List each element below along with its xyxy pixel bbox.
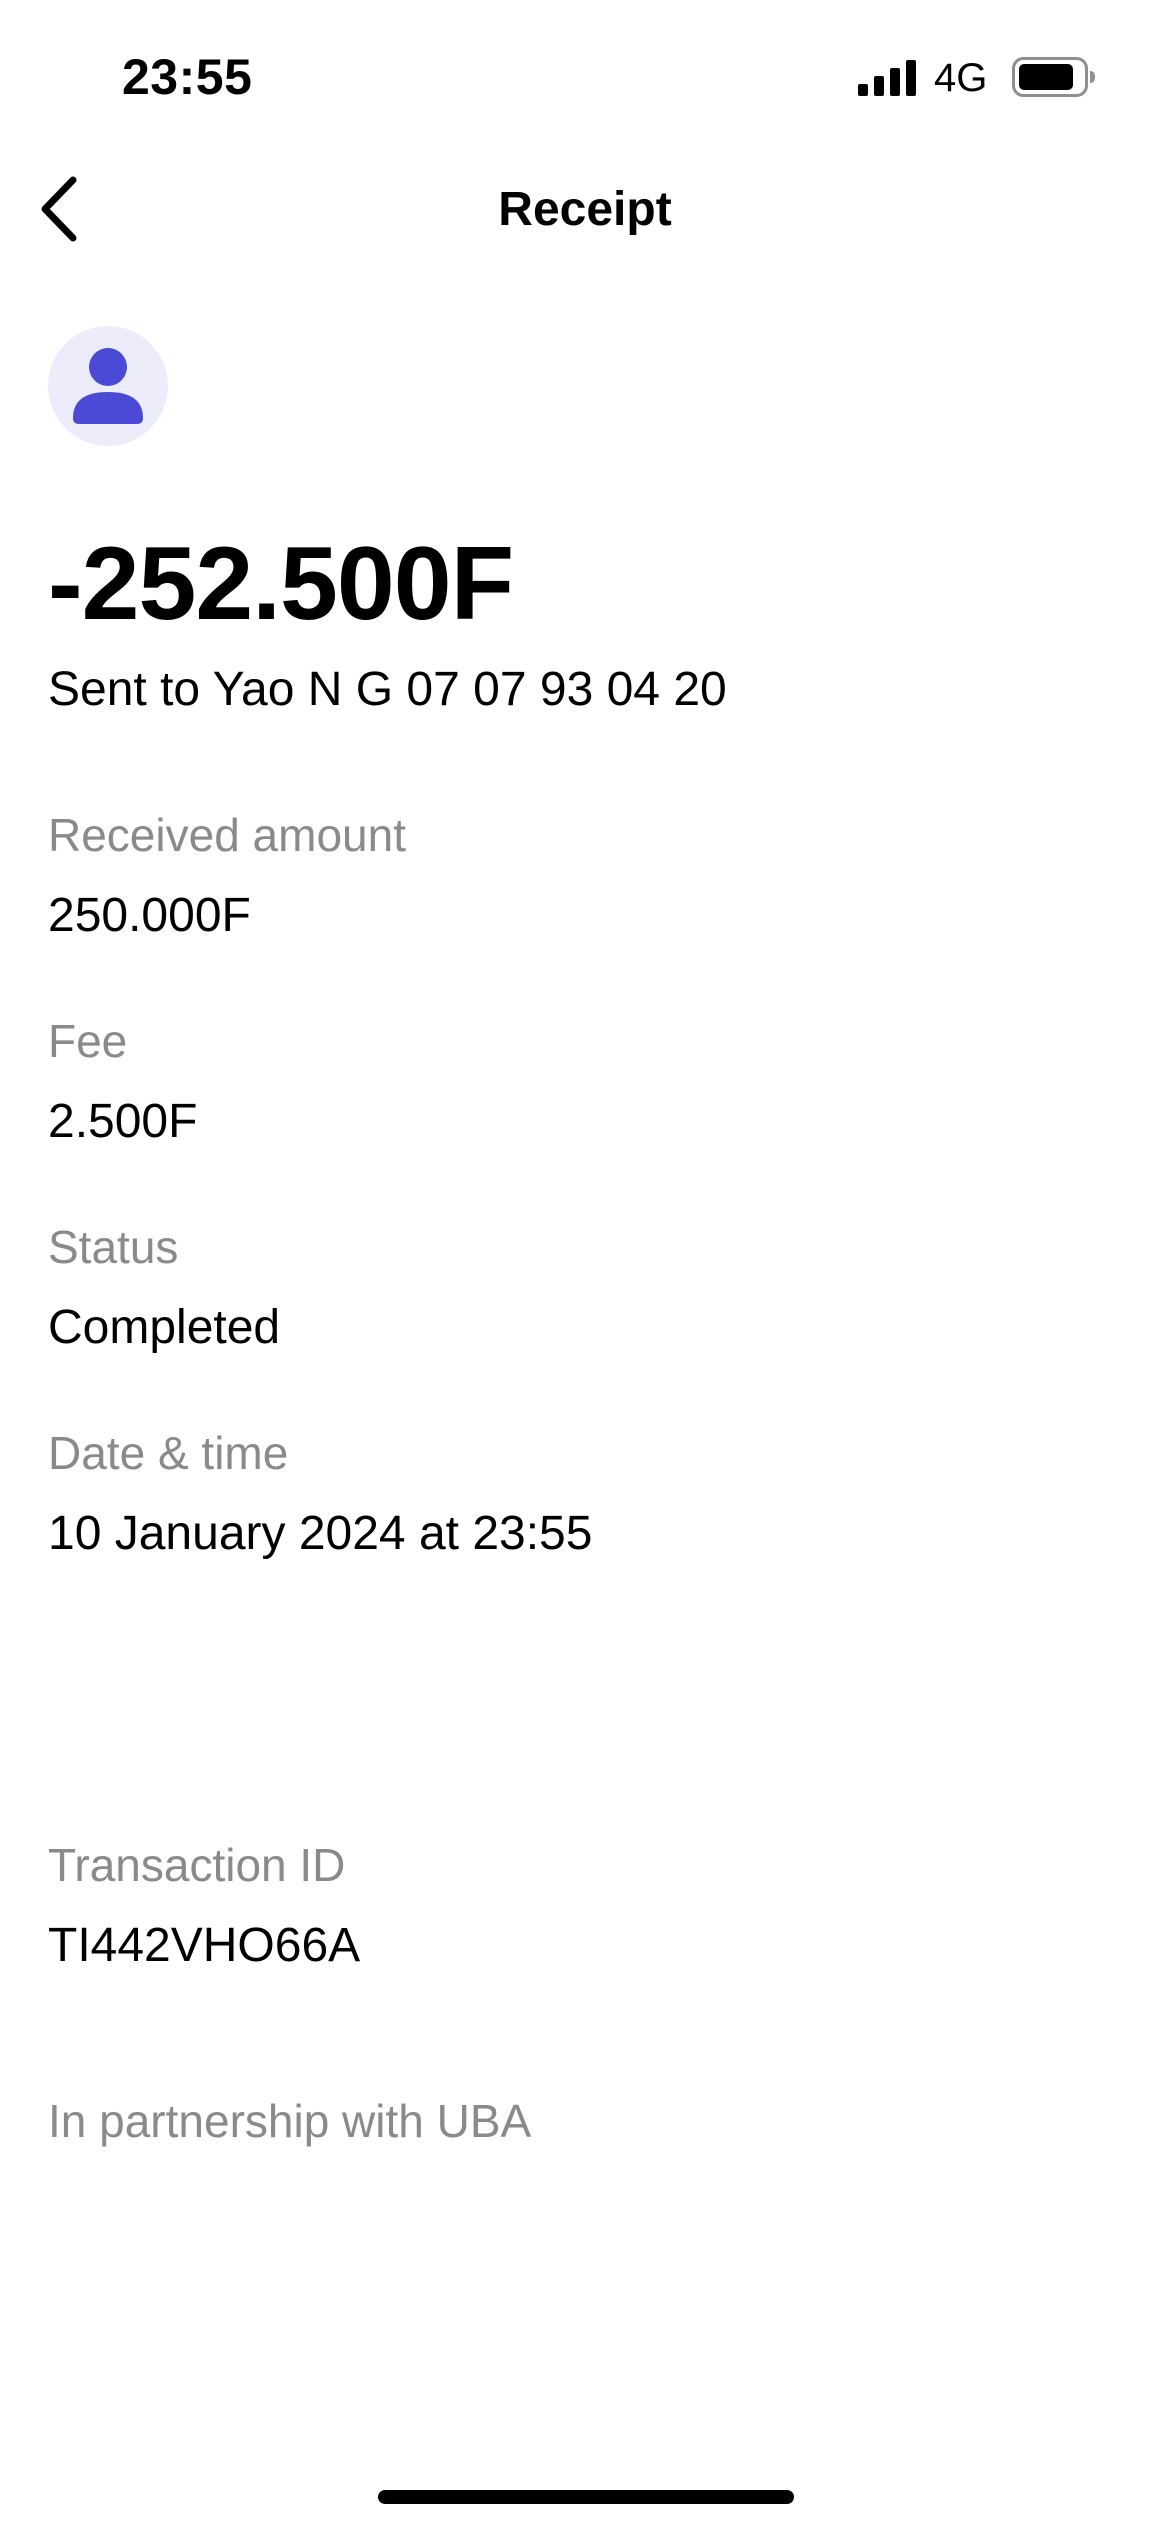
transaction-id-value: TI442VHO66A xyxy=(48,1919,361,1972)
battery-icon xyxy=(1012,57,1095,97)
transaction-id-label: Transaction ID xyxy=(48,1839,346,1891)
page-title: Receipt xyxy=(498,183,672,236)
date-time-label: Date & time xyxy=(48,1427,289,1479)
fee-label: Fee xyxy=(48,1015,128,1067)
status-time: 23:55 xyxy=(122,49,253,105)
fee-value: 2.500F xyxy=(48,1095,198,1148)
date-time-value: 10 January 2024 at 23:55 xyxy=(48,1507,593,1560)
transaction-amount: -252.500F xyxy=(48,526,514,642)
partnership-text: In partnership with UBA xyxy=(48,2095,532,2147)
received-amount-value: 250.000F xyxy=(48,889,251,942)
status-value: Completed xyxy=(48,1301,281,1354)
network-type: 4G xyxy=(934,56,988,100)
received-amount-label: Received amount xyxy=(48,809,406,861)
avatar xyxy=(48,326,168,446)
recipient-text: Sent to Yao N G 07 07 93 04 20 xyxy=(48,663,727,716)
signal-icon xyxy=(858,60,916,96)
status-label: Status xyxy=(48,1221,179,1273)
home-indicator[interactable] xyxy=(378,2490,794,2504)
user-icon xyxy=(73,348,143,424)
